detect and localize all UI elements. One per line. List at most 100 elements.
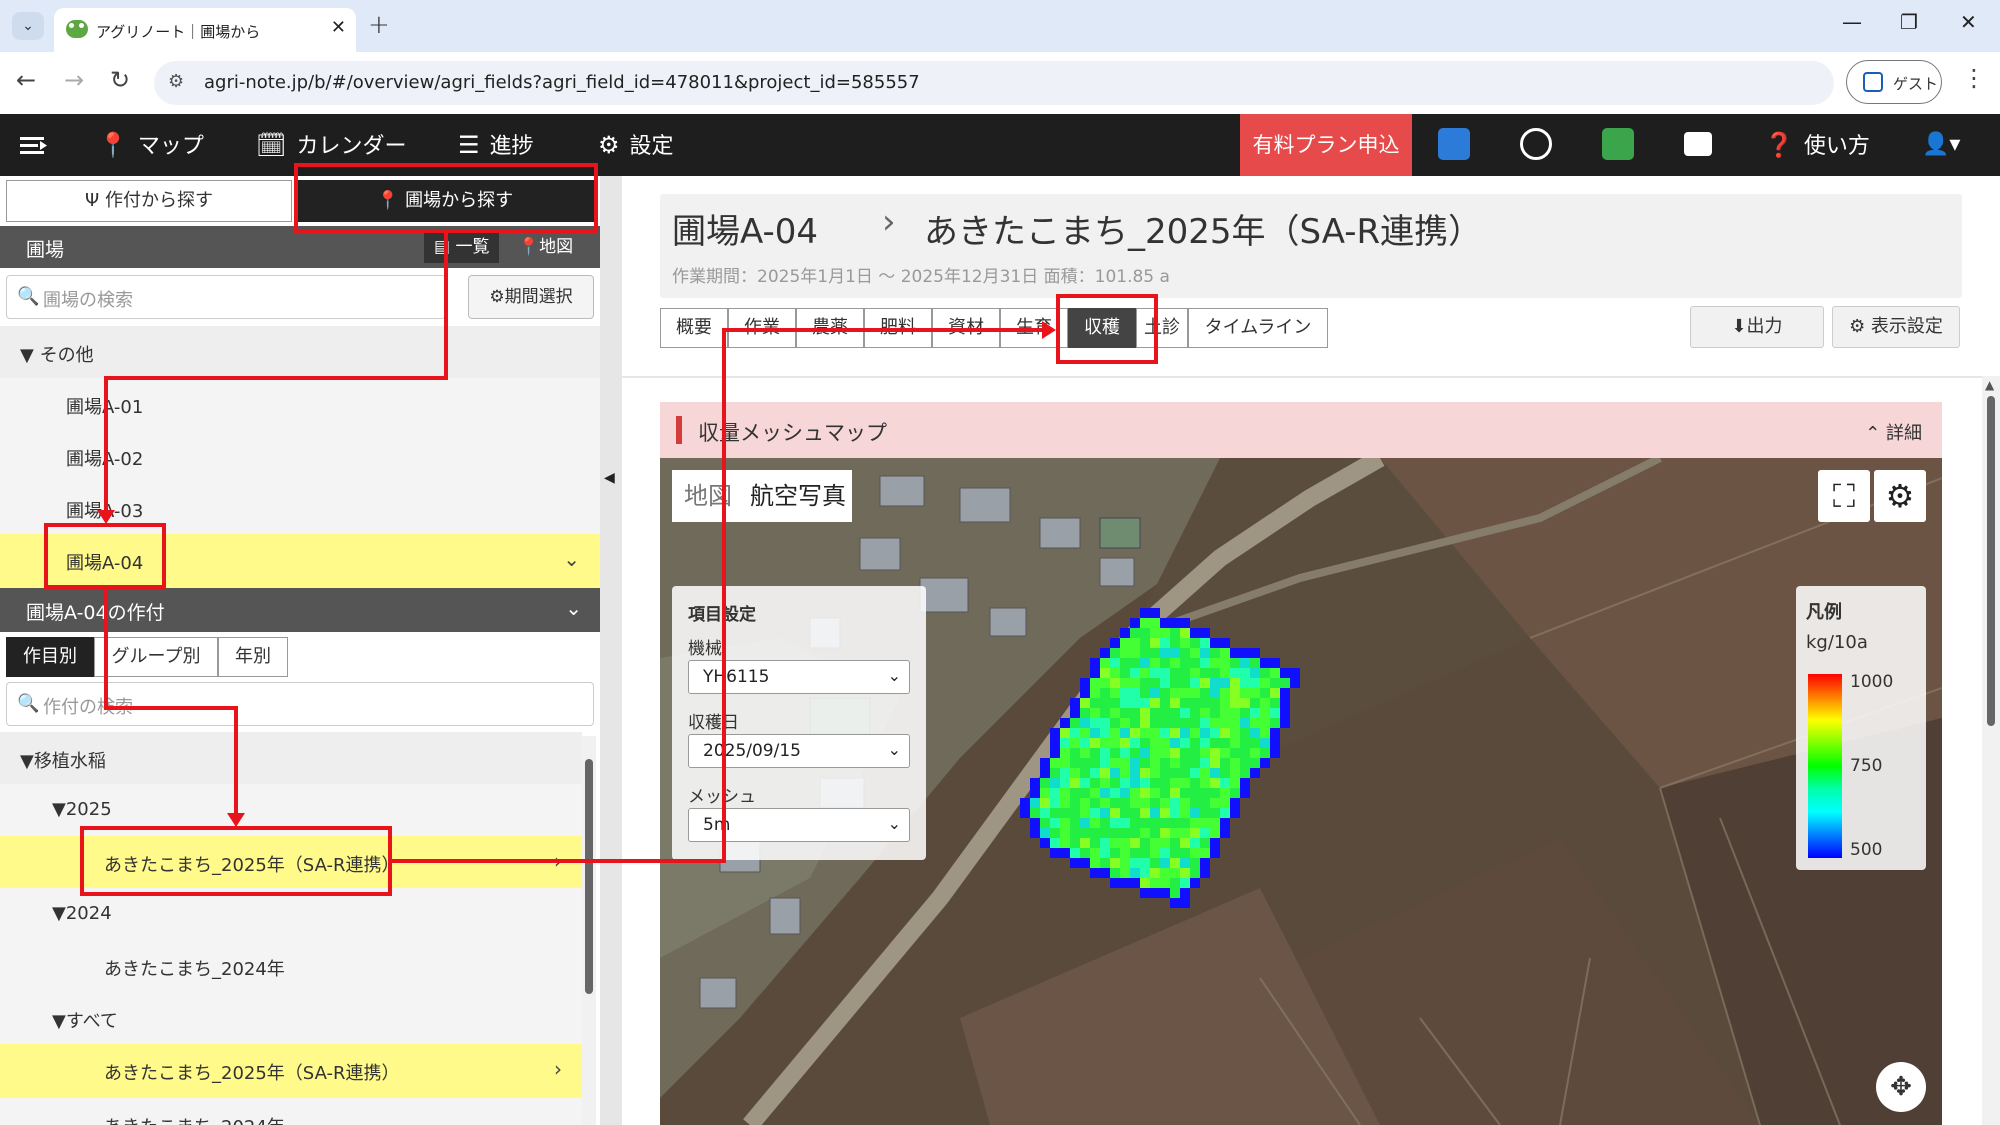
tab-by-year[interactable]: 年別 — [218, 637, 288, 677]
mesh-cell — [1190, 658, 1200, 668]
chevron-down-icon: ⌄ — [887, 740, 901, 759]
harvest-date-select[interactable]: 2025/09/15 ⌄ — [688, 734, 910, 768]
nav-progress[interactable]: ☰ 進捗 — [458, 114, 534, 176]
field-item-a04[interactable]: 圃場A-04 ⌄ — [0, 534, 600, 588]
mesh-cell — [1110, 858, 1120, 868]
sidebar-scrollbar[interactable] — [582, 736, 596, 1125]
scroll-up-icon[interactable]: ▲ — [1985, 378, 1994, 392]
paid-plan-button[interactable]: 有料プラン申込 — [1240, 114, 1412, 176]
breadcrumb-field[interactable]: 圃場A-04 — [672, 204, 818, 253]
chevron-down-icon[interactable]: ⌄ — [565, 596, 582, 620]
mesh-cell — [1200, 738, 1210, 748]
crop-search-input[interactable]: 🔍 作付の検索 — [6, 682, 594, 726]
url-text[interactable]: agri-note.jp/b/#/overview/agri_fields?ag… — [204, 72, 920, 93]
tab-overview[interactable]: 概要 — [660, 308, 728, 348]
period-select-button[interactable]: ⚙期間選択 — [468, 275, 594, 319]
tab-close-icon[interactable]: ✕ — [331, 17, 346, 38]
search-by-crop-button[interactable]: Ψ 作付から探す — [6, 180, 292, 222]
export-button[interactable]: ⬇出力 — [1690, 306, 1824, 348]
search-by-field-button[interactable]: 📍 圃場から探す — [296, 180, 594, 222]
guest-profile-button[interactable]: ゲスト — [1846, 60, 1942, 104]
mesh-cell — [1220, 778, 1230, 788]
restore-button[interactable]: ❐ — [1900, 10, 1918, 34]
detail-toggle[interactable]: ⌃ 詳細 — [1865, 419, 1922, 445]
mesh-cell — [1040, 808, 1050, 818]
mesh-cell — [1110, 878, 1120, 888]
mesh-cell — [1070, 728, 1080, 738]
hamburger-icon[interactable] — [20, 114, 48, 176]
year-group-2025[interactable]: ▼2025 — [0, 784, 582, 836]
mesh-size-select[interactable]: 5m ⌄ — [688, 808, 910, 842]
tab-search-button[interactable]: ⌄ — [12, 12, 44, 40]
crop-item-all-2024[interactable]: あきたこまち_2024年 — [0, 1098, 582, 1125]
mesh-cell — [1200, 768, 1210, 778]
tab-work[interactable]: 作業 — [728, 308, 796, 348]
map-tab-standard[interactable]: 地図 — [672, 470, 744, 522]
list-view-toggle[interactable]: ▤ 一覧 — [424, 231, 500, 263]
nav-settings[interactable]: ⚙ 設定 — [598, 114, 674, 176]
mesh-cell — [1120, 878, 1130, 888]
recenter-icon[interactable]: ✥ — [1876, 1062, 1926, 1112]
main-scrollbar[interactable]: ▲ — [1982, 376, 2000, 1125]
site-info-icon[interactable]: ⚙ — [168, 71, 184, 92]
minimize-button[interactable]: — — [1842, 10, 1862, 34]
chevron-down-icon[interactable]: ⌄ — [563, 547, 580, 571]
map-gear-icon[interactable]: ⚙ — [1874, 470, 1926, 522]
field-item-a01[interactable]: 圃場A-01 — [0, 378, 600, 430]
back-icon[interactable]: ← — [16, 66, 36, 94]
mesh-cell — [1180, 868, 1190, 878]
tab-timeline[interactable]: タイムライン — [1188, 308, 1328, 348]
mesh-cell — [1160, 778, 1170, 788]
mgr-app-icon[interactable] — [1438, 128, 1470, 160]
crop-tree-root[interactable]: ▼移植水稲 — [0, 732, 582, 784]
map-tab-aerial[interactable]: 航空写真 — [744, 470, 852, 522]
help-link[interactable]: ❓ 使い方 — [1764, 114, 1870, 176]
map-view-toggle[interactable]: 📍地図 — [508, 231, 583, 263]
browser-menu-icon[interactable]: ⋮ — [1962, 64, 1986, 92]
collapse-sidebar-icon[interactable]: ◀ — [604, 470, 615, 486]
rice-app-icon[interactable] — [1520, 128, 1552, 160]
browser-tab[interactable]: アグリノート｜圃場から ✕ — [54, 8, 356, 52]
close-window-button[interactable]: ✕ — [1960, 10, 1977, 34]
sheet-app-icon[interactable] — [1602, 128, 1634, 160]
tab-pesticide[interactable]: 農薬 — [796, 308, 864, 348]
tab-growth[interactable]: 生育 — [1000, 308, 1068, 348]
year-group-all[interactable]: ▼すべて — [0, 992, 582, 1044]
tab-soil[interactable]: 土診 — [1136, 308, 1188, 348]
mesh-cell — [1150, 828, 1160, 838]
field-item-a03[interactable]: 圃場A-03 — [0, 482, 600, 534]
tab-material[interactable]: 資材 — [932, 308, 1000, 348]
mesh-cell — [1160, 788, 1170, 798]
field-search-input[interactable]: 🔍 圃場の検索 — [6, 275, 446, 319]
nav-calendar[interactable]: 🗓 カレンダー — [256, 114, 406, 176]
mesh-cell — [1220, 648, 1230, 658]
tab-fertilizer[interactable]: 肥料 — [864, 308, 932, 348]
scrollbar-thumb[interactable] — [1987, 396, 1995, 726]
field-item-a02[interactable]: 圃場A-02 — [0, 430, 600, 482]
user-menu-icon[interactable]: 👤▾ — [1922, 114, 1960, 176]
mesh-cell — [1130, 768, 1140, 778]
tab-by-crop[interactable]: 作目別 — [6, 637, 94, 677]
crop-section-header[interactable]: 圃場A-04の作付 ⌄ — [0, 588, 600, 632]
new-tab-button[interactable]: + — [368, 10, 390, 40]
crop-item-all-2025[interactable]: あきたこまち_2025年（SA-R連携） › — [0, 1044, 582, 1098]
aerial-map[interactable]: 地図 航空写真 ⛶ ⚙ 項目設定 機械 YH6115 ⌄ 収穫日 2025/09… — [660, 458, 1942, 1125]
mesh-cell — [1230, 738, 1240, 748]
field-group-other[interactable]: ▼ その他 — [0, 326, 600, 378]
mesh-cell — [1260, 728, 1270, 738]
scrollbar-thumb[interactable] — [585, 759, 593, 994]
year-group-2024[interactable]: ▼2024 — [0, 888, 582, 940]
fullscreen-icon[interactable]: ⛶ — [1818, 470, 1870, 522]
tab-by-group[interactable]: グループ別 — [94, 637, 218, 677]
chat-icon[interactable] — [1684, 132, 1712, 156]
reload-icon[interactable]: ↻ — [110, 66, 130, 94]
nav-map[interactable]: 📍 マップ — [98, 114, 204, 176]
machine-select[interactable]: YH6115 ⌄ — [688, 660, 910, 694]
display-settings-button[interactable]: ⚙ 表示設定 — [1832, 306, 1960, 348]
url-omnibox[interactable]: ⚙ agri-note.jp/b/#/overview/agri_fields?… — [154, 61, 1834, 105]
forward-icon[interactable]: → — [64, 66, 84, 94]
mesh-cell — [1080, 798, 1090, 808]
crop-item-2025[interactable]: あきたこまち_2025年（SA-R連携） › — [0, 836, 582, 890]
tab-harvest[interactable]: 収穫 — [1068, 308, 1136, 348]
crop-item-2024[interactable]: あきたこまち_2024年 — [0, 940, 582, 992]
